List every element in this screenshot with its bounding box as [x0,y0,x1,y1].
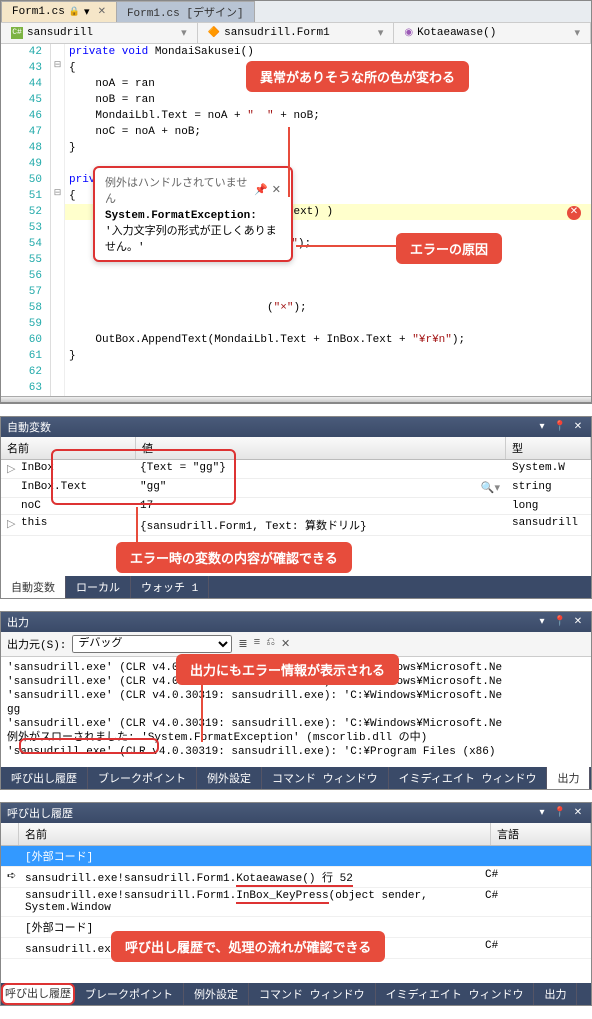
chevron-down-icon[interactable]: ▾ [378,26,384,40]
tab-exceptions[interactable]: 例外設定 [184,983,249,1005]
tab-form1-design[interactable]: Form1.cs [デザイン] [116,1,255,22]
callstack-panel: 呼び出し履歴 ▾ 📍 ✕ 名前 言語 [外部コード] ➪sansudrill.e… [0,802,592,1006]
dropdown-icon[interactable]: ▾ [84,5,90,19]
lock-icon: 🔒 [69,7,80,17]
tab-autos[interactable]: 自動変数 [1,576,66,598]
highlight-box [19,738,159,754]
bottom-tabs: 自動変数 ローカル ウォッチ 1 [1,576,591,598]
chevron-down-icon[interactable]: ▾ [574,26,580,40]
tab-locals[interactable]: ローカル [66,576,131,598]
bottom-tabs: 呼び出し履歴 ブレークポイント 例外設定 コマンド ウィンドウ イミディエイト … [1,983,591,1005]
tab-breakpoints[interactable]: ブレークポイント [88,767,197,789]
close-tab-icon[interactable]: ✕ [98,6,106,18]
pin-icon[interactable]: 📍 [553,615,567,629]
dropdown-icon[interactable]: ▾ [535,615,549,629]
exception-tooltip: 例外はハンドルされていません 📌 ✕ System.FormatExceptio… [93,166,293,262]
toolbar-icon[interactable]: ⎌ [266,637,275,651]
magnifier-icon[interactable]: 🔍▾ [481,481,500,495]
callstack-row[interactable]: ➪sansudrill.exe!sansudrill.Form1.Kotaeaw… [1,867,591,888]
output-source-select[interactable]: デバッグ [72,635,232,653]
tab-breakpoints[interactable]: ブレークポイント [75,983,184,1005]
close-icon[interactable]: ✕ [571,806,585,820]
fold-gutter[interactable]: ⊟⊟ [51,44,65,396]
dropdown-icon[interactable]: ▾ [535,420,549,434]
callout-autos: エラー時の変数の内容が確認できる [116,542,352,573]
dropdown-icon[interactable]: ▾ [535,806,549,820]
autos-titlebar: 自動変数 ▾ 📍 ✕ [1,417,591,437]
class-icon: 🔶 [208,27,220,39]
breadcrumb-method[interactable]: ◉ Kotaeawase() ▾ [394,23,591,43]
close-icon[interactable]: ✕ [272,183,281,197]
callout-2: エラーの原因 [396,233,502,264]
splitter[interactable] [1,396,591,403]
line-number-gutter: 4243444546474849505152535455565758596061… [1,44,51,396]
code-area[interactable]: 4243444546474849505152535455565758596061… [1,44,591,396]
pin-icon[interactable]: 📍 [553,420,567,434]
close-icon[interactable]: ✕ [571,615,585,629]
tab-output[interactable]: 出力 [547,767,590,789]
toolbar-icon[interactable]: ≡ [254,637,261,651]
grid-row[interactable]: ▷this{sansudrill.Form1, Text: 算数ドリル}sans… [1,515,591,536]
callstack-header: 名前 言語 [1,823,591,846]
tab-form1-cs[interactable]: Form1.cs 🔒 ▾ ✕ [1,1,117,22]
callout-callstack: 呼び出し履歴で、処理の流れが確認できる [111,931,385,962]
breadcrumb-project[interactable]: C# sansudrill ▾ [1,23,198,43]
tab-callstack[interactable]: 呼び出し履歴 [1,767,88,789]
csharp-icon: C# [11,27,23,39]
callout-1: 異常がありそうな所の色が変わる [246,61,469,92]
error-icon[interactable]: ✕ [567,206,581,220]
toolbar-icon[interactable]: ≣ [238,637,247,651]
pin-icon[interactable]: 📌 [254,183,268,197]
tab-callstack[interactable]: 呼び出し履歴 [1,983,75,1005]
tab-watch[interactable]: ウォッチ 1 [131,576,209,598]
close-icon[interactable]: ✕ [571,420,585,434]
callstack-row[interactable]: [外部コード] [1,846,591,867]
method-icon: ◉ [404,27,413,39]
tab-command[interactable]: コマンド ウィンドウ [249,983,376,1005]
tab-immediate[interactable]: イミディエイト ウィンドウ [376,983,535,1005]
bottom-tabs: 呼び出し履歴 ブレークポイント 例外設定 コマンド ウィンドウ イミディエイト … [1,767,591,789]
code-editor-panel: Form1.cs 🔒 ▾ ✕ Form1.cs [デザイン] C# sansud… [0,0,592,404]
current-frame-icon: ➪ [7,869,25,885]
highlight-box [51,449,236,505]
callstack-row[interactable]: sansudrill.exe!sansudrill.Form1.InBox_Ke… [1,888,591,917]
output-titlebar: 出力 ▾ 📍 ✕ [1,612,591,632]
tab-output[interactable]: 出力 [534,983,577,1005]
tab-immediate[interactable]: イミディエイト ウィンドウ [389,767,548,789]
output-panel: 出力 ▾ 📍 ✕ 出力元(S): デバッグ ≣ ≡ ⎌ ✕ 'sansudril… [0,611,592,790]
tab-command[interactable]: コマンド ウィンドウ [262,767,389,789]
editor-tabs: Form1.cs 🔒 ▾ ✕ Form1.cs [デザイン] [1,1,591,23]
chevron-down-icon[interactable]: ▾ [181,26,187,40]
callout-output: 出力にもエラー情報が表示される [176,654,399,685]
callstack-titlebar: 呼び出し履歴 ▾ 📍 ✕ [1,803,591,823]
breadcrumb-class[interactable]: 🔶 sansudrill.Form1 ▾ [198,23,395,43]
clear-icon[interactable]: ✕ [281,637,290,651]
breadcrumb: C# sansudrill ▾ 🔶 sansudrill.Form1 ▾ ◉ K… [1,23,591,44]
autos-panel: 自動変数 ▾ 📍 ✕ 名前 値 型 ▷InBox{Text = "gg"}Sys… [0,416,592,599]
tab-exceptions[interactable]: 例外設定 [197,767,262,789]
pin-icon[interactable]: 📍 [553,806,567,820]
